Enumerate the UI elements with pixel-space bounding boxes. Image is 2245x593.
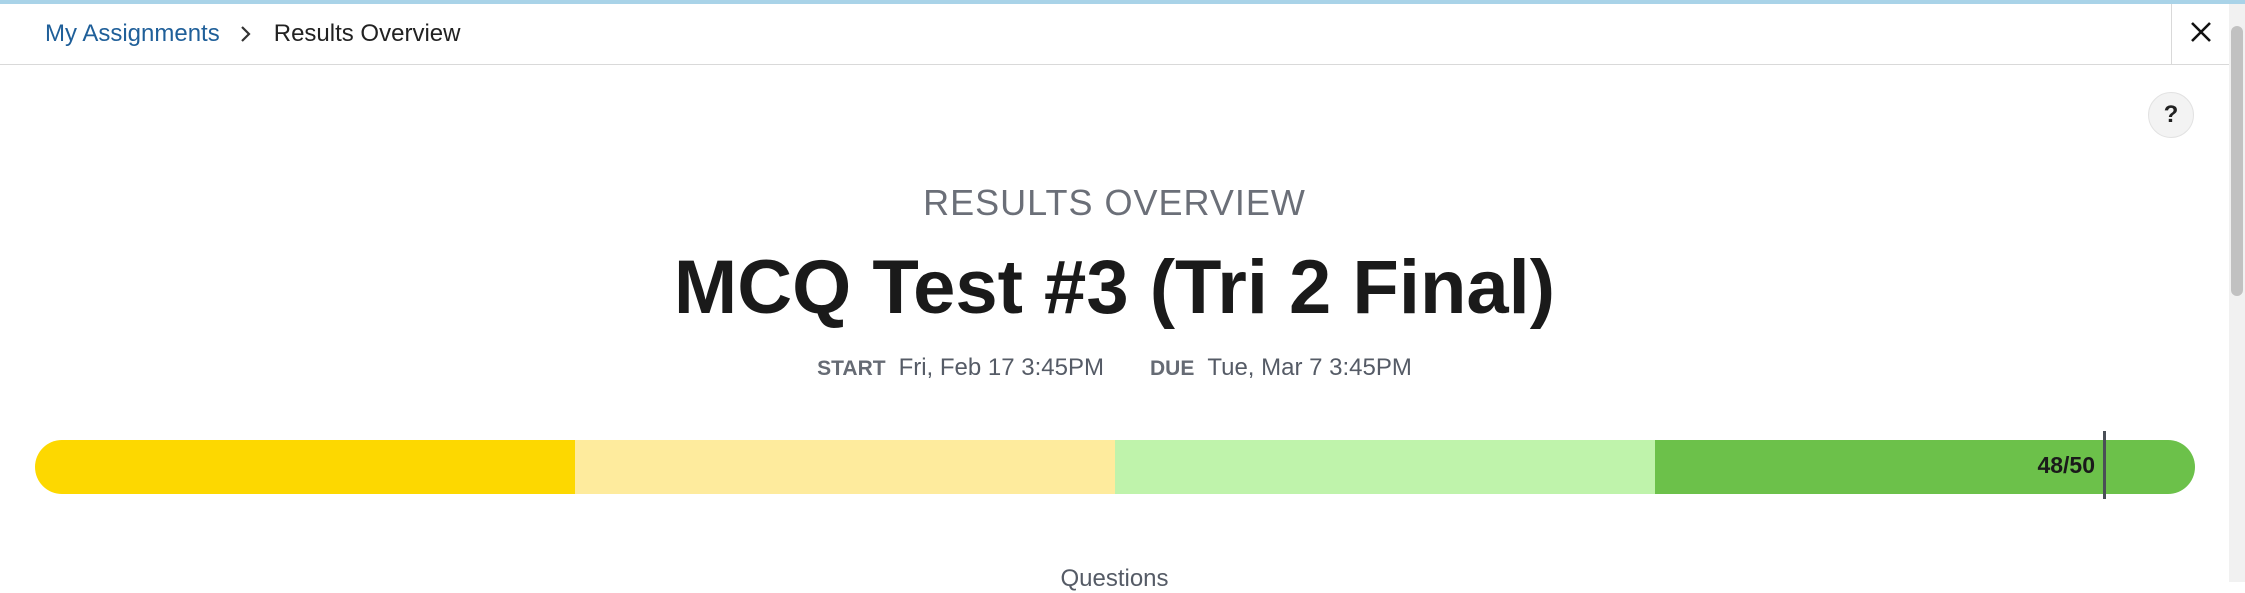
chevron-right-icon bbox=[240, 25, 252, 43]
due-date-value: Tue, Mar 7 3:45PM bbox=[1207, 354, 1412, 381]
close-icon bbox=[2189, 20, 2213, 49]
help-button[interactable]: ? bbox=[2148, 92, 2194, 138]
score-label: 48/50 bbox=[2037, 452, 2095, 478]
breadcrumb-my-assignments-link[interactable]: My Assignments bbox=[45, 20, 220, 48]
page-title: MCQ Test #3 (Tri 2 Final) bbox=[673, 245, 1556, 330]
score-band-4 bbox=[1655, 440, 2195, 494]
start-date-key: START bbox=[817, 357, 886, 380]
start-date-value: Fri, Feb 17 3:45PM bbox=[898, 354, 1104, 381]
due-date-key: DUE bbox=[1149, 357, 1195, 380]
assignment-dates: START Fri, Feb 17 3:45PM DUE Tue, Mar 7 … bbox=[0, 354, 2229, 382]
questions-heading: Questions bbox=[1060, 565, 1169, 592]
score-progress-bar bbox=[35, 440, 2195, 494]
header-bar: My Assignments Results Overview bbox=[0, 4, 2229, 65]
breadcrumb-current: Results Overview bbox=[273, 20, 461, 47]
breadcrumb: My Assignments Results Overview bbox=[45, 20, 460, 48]
page-scrollbar[interactable] bbox=[2229, 4, 2245, 582]
score-band-2 bbox=[575, 440, 1115, 494]
score-band-1 bbox=[35, 440, 575, 494]
score-marker bbox=[2103, 431, 2106, 499]
section-label: RESULTS OVERVIEW bbox=[923, 182, 1306, 223]
score-band-3 bbox=[1115, 440, 1655, 494]
scrollbar-thumb[interactable] bbox=[2231, 26, 2243, 296]
close-button[interactable] bbox=[2171, 4, 2229, 65]
